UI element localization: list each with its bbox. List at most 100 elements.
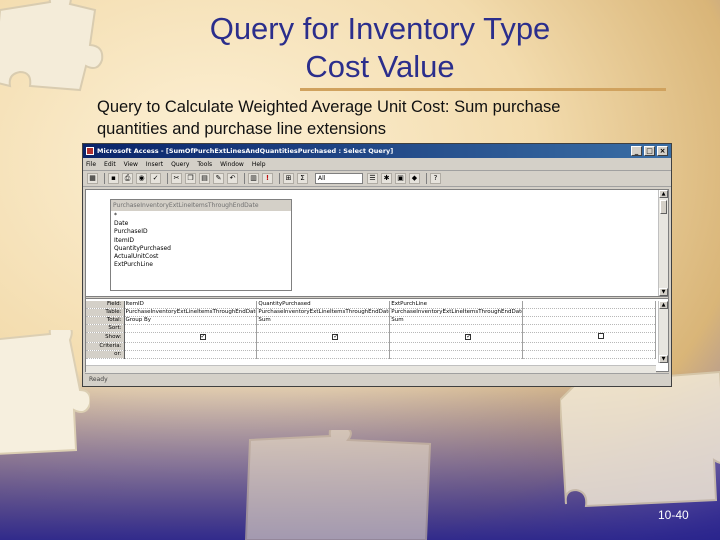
field-list-body: * Date PurchaseID ItemID QuantityPurchas… — [111, 211, 291, 270]
menu-insert[interactable]: Insert — [146, 161, 163, 168]
field-list-item[interactable]: ActualUnitCost — [114, 253, 288, 261]
grid-cell[interactable]: ItemID — [124, 301, 258, 310]
properties-icon[interactable]: ☰ — [367, 173, 378, 184]
menu-view[interactable]: View — [124, 161, 138, 168]
grid-cell — [522, 332, 656, 344]
grid-cell[interactable]: ExtPurchLine — [389, 301, 524, 310]
grid-cell[interactable] — [522, 308, 656, 318]
menu-tools[interactable]: Tools — [197, 161, 212, 168]
scroll-up-arrow-icon[interactable]: ▲ — [659, 190, 668, 198]
copy-icon[interactable]: ❐ — [185, 173, 196, 184]
menu-query[interactable]: Query — [171, 161, 189, 168]
table-pane-scrollbar[interactable]: ▲ ▼ — [658, 190, 668, 296]
scroll-thumb[interactable] — [660, 200, 667, 214]
field-list-item[interactable]: ItemID — [114, 237, 288, 245]
field-list-item[interactable]: ExtPurchLine — [114, 261, 288, 269]
grid-row-table: Table: PurchaseInventoryExtLineItemsThro… — [86, 308, 656, 318]
grid-cell: ✓ — [389, 332, 524, 344]
maximize-button[interactable]: □ — [644, 146, 655, 156]
grid-cell[interactable] — [522, 324, 656, 334]
undo-icon[interactable]: ↶ — [227, 173, 238, 184]
new-object-icon[interactable]: ◆ — [409, 173, 420, 184]
grid-cell[interactable] — [522, 316, 656, 326]
grid-cell[interactable] — [522, 350, 656, 360]
show-checkbox[interactable]: ✓ — [199, 334, 206, 341]
menu-window[interactable]: Window — [220, 161, 244, 168]
grid-cell[interactable] — [124, 342, 258, 352]
field-list-item[interactable]: PurchaseID — [114, 228, 288, 236]
status-bar: Ready — [85, 373, 669, 385]
grid-row-total: Total: Group By Sum Sum — [86, 316, 656, 326]
access-window: Microsoft Access - [SumOfPurchExtLinesAn… — [82, 143, 672, 387]
design-grid: Field: ItemID QuantityPurchased ExtPurch… — [86, 301, 656, 363]
field-list-title[interactable]: PurchaseInventoryExtLineItemsThroughEndD… — [111, 200, 291, 211]
pane-splitter[interactable] — [86, 296, 668, 299]
grid-cell[interactable]: Sum — [389, 316, 524, 326]
row-label: Sort: — [86, 324, 125, 334]
minimize-button[interactable]: _ — [631, 146, 642, 156]
grid-cell[interactable] — [124, 324, 258, 334]
field-list-window[interactable]: PurchaseInventoryExtLineItemsThroughEndD… — [110, 199, 292, 291]
grid-cell[interactable] — [256, 350, 391, 360]
grid-cell[interactable]: PurchaseInventoryExtLineItemsThroughEndD… — [256, 308, 391, 318]
scroll-up-arrow-icon[interactable]: ▲ — [659, 301, 668, 309]
row-label: Table: — [86, 308, 125, 318]
cut-icon[interactable]: ✂ — [171, 173, 182, 184]
toolbar-separator — [104, 173, 105, 184]
grid-row-field: Field: ItemID QuantityPurchased ExtPurch… — [86, 301, 656, 310]
slide-subtitle: Query to Calculate Weighted Average Unit… — [97, 98, 561, 138]
grid-cell[interactable] — [389, 350, 524, 360]
field-list-item[interactable]: QuantityPurchased — [114, 245, 288, 253]
show-checkbox[interactable] — [598, 333, 605, 340]
field-list-item[interactable]: Date — [114, 220, 288, 228]
row-label: Field: — [86, 301, 125, 310]
grid-cell[interactable] — [256, 324, 391, 334]
print-icon[interactable]: ⎙ — [122, 173, 133, 184]
paste-icon[interactable]: ▤ — [199, 173, 210, 184]
grid-cell[interactable] — [256, 342, 391, 352]
grid-cell[interactable] — [124, 350, 258, 360]
menu-help[interactable]: Help — [252, 161, 266, 168]
window-titlebar: Microsoft Access - [SumOfPurchExtLinesAn… — [83, 144, 671, 158]
menu-edit[interactable]: Edit — [104, 161, 116, 168]
scroll-down-arrow-icon[interactable]: ▼ — [659, 288, 668, 296]
grid-cell[interactable]: PurchaseInventoryExtLineItemsThroughEndD… — [124, 308, 258, 318]
puzzle-piece-icon — [0, 330, 90, 455]
print-preview-icon[interactable]: ◉ — [136, 173, 147, 184]
grid-cell[interactable]: Group By — [124, 316, 258, 326]
table-pane: PurchaseInventoryExtLineItemsThroughEndD… — [86, 190, 668, 296]
show-checkbox[interactable]: ✓ — [465, 334, 471, 341]
build-icon[interactable]: ✱ — [381, 173, 392, 184]
close-button[interactable]: × — [657, 146, 668, 156]
help-icon[interactable]: ? — [430, 173, 441, 184]
query-type-icon[interactable]: ▥ — [248, 173, 259, 184]
grid-cell[interactable] — [389, 324, 524, 334]
field-list-item[interactable]: * — [114, 212, 288, 220]
show-table-icon[interactable]: ⊞ — [283, 173, 294, 184]
window-title: Microsoft Access - [SumOfPurchExtLinesAn… — [97, 147, 394, 155]
spelling-icon[interactable]: ✓ — [150, 173, 161, 184]
format-painter-icon[interactable]: ✎ — [213, 173, 224, 184]
top-values-combo[interactable]: All — [315, 173, 363, 184]
puzzle-piece-icon — [0, 0, 104, 92]
grid-cell[interactable]: QuantityPurchased — [256, 301, 391, 310]
title-rule — [300, 88, 666, 91]
grid-cell[interactable] — [522, 342, 656, 352]
grid-cell[interactable] — [522, 301, 656, 310]
grid-row-criteria: Criteria: — [86, 342, 656, 352]
grid-cell[interactable]: Sum — [256, 316, 391, 326]
grid-scrollbar[interactable]: ▲ ▼ — [658, 301, 668, 363]
run-icon[interactable]: ! — [262, 173, 273, 184]
database-window-icon[interactable]: ▣ — [395, 173, 406, 184]
view-icon[interactable]: ▦ — [87, 173, 98, 184]
grid-cell[interactable]: PurchaseInventoryExtLineItemsThroughEndD… — [389, 308, 524, 318]
page-number: 10-40 — [658, 508, 689, 522]
menu-file[interactable]: File — [86, 161, 96, 168]
grid-cell: ✓ — [256, 332, 391, 344]
show-checkbox[interactable]: ✓ — [332, 334, 338, 341]
grid-cell[interactable] — [389, 342, 524, 352]
scroll-down-arrow-icon[interactable]: ▼ — [659, 355, 668, 363]
save-icon[interactable]: ▪ — [108, 173, 119, 184]
totals-icon[interactable]: Σ — [297, 173, 308, 184]
toolbar-separator — [279, 173, 280, 184]
